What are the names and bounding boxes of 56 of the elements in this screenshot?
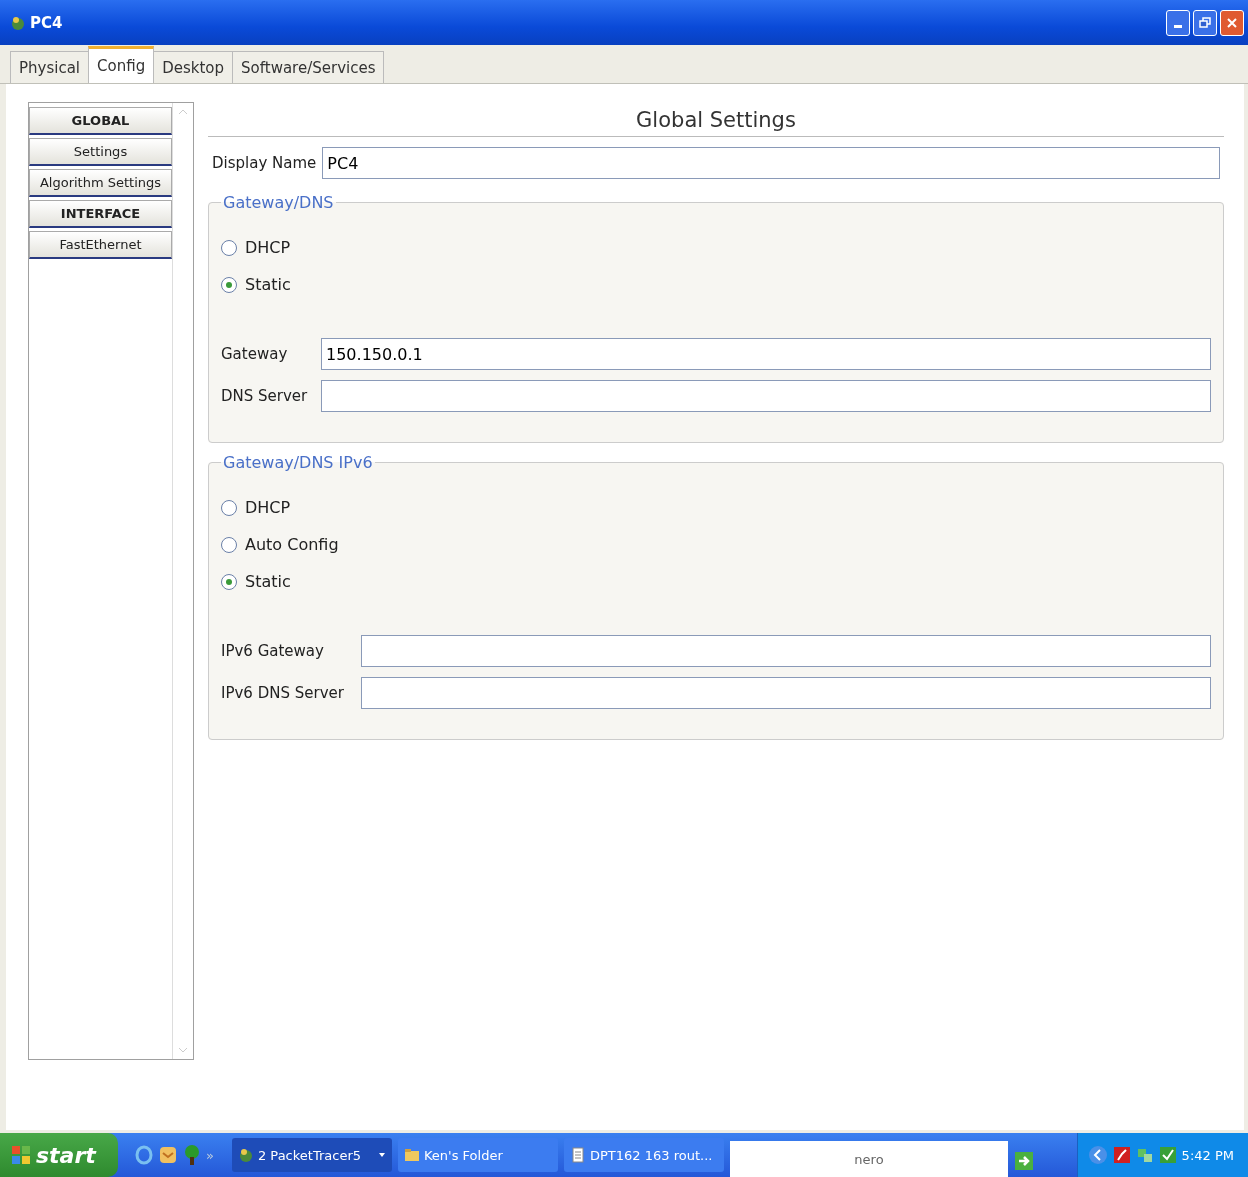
globe-icon — [10, 14, 26, 31]
radio-button[interactable] — [221, 239, 237, 256]
start-button[interactable]: start — [0, 1133, 118, 1177]
envelope-icon[interactable] — [158, 1144, 178, 1166]
group-title: Gateway/DNS — [222, 193, 335, 212]
tab[interactable]: Physical — [10, 51, 90, 83]
maximize-button[interactable] — [1193, 9, 1217, 36]
chevron-icon[interactable] — [1087, 1145, 1108, 1165]
input-field[interactable] — [321, 380, 1211, 412]
tab[interactable]: Config — [88, 46, 155, 83]
sidebar-header[interactable]: GLOBAL — [29, 107, 172, 135]
group-title: Gateway/DNS IPv6 — [222, 453, 374, 472]
minimize-button[interactable] — [1166, 9, 1190, 36]
input-field[interactable] — [361, 635, 1211, 667]
taskbar-button[interactable]: Ken's Folder — [397, 1138, 558, 1172]
caret-icon — [377, 1152, 386, 1158]
clock: 5:42 PM — [1181, 1147, 1234, 1163]
tree-icon[interactable] — [182, 1144, 202, 1166]
search-field[interactable]: nero — [729, 1141, 1008, 1177]
sidebar-item[interactable]: Settings — [29, 138, 172, 166]
radio-button[interactable] — [221, 499, 237, 516]
globe-icon — [237, 1147, 254, 1163]
flash-icon[interactable] — [1112, 1146, 1131, 1164]
taskbar-button[interactable]: DPT162 163 rout... — [563, 1138, 724, 1172]
document-icon — [569, 1147, 586, 1163]
field-label: IPv6 Gateway — [221, 642, 325, 660]
window-title: PC4 — [30, 13, 63, 32]
radio-button[interactable] — [221, 276, 237, 293]
radio-label: Static — [245, 275, 291, 294]
network-icon[interactable] — [1135, 1146, 1154, 1164]
field-label: Display Name — [212, 154, 317, 172]
sidebar-item[interactable]: FastEthernet — [29, 231, 172, 259]
radio-label: Auto Config — [245, 535, 339, 554]
windows-logo — [10, 1144, 32, 1166]
close-icon — [1225, 15, 1239, 30]
radio-label: DHCP — [245, 498, 291, 517]
input-field[interactable]: 150.150.0.1 — [321, 338, 1211, 370]
radio-label: DHCP — [245, 238, 291, 257]
close-button[interactable] — [1220, 9, 1244, 36]
minimize-icon — [1174, 25, 1182, 28]
radio-button[interactable] — [221, 536, 237, 553]
radio-button[interactable] — [221, 573, 237, 590]
check-icon[interactable] — [1158, 1146, 1177, 1164]
taskbar-button[interactable]: 2 PacketTracer5 — [231, 1138, 392, 1172]
panel-title: Global Settings — [208, 108, 1224, 137]
radio-label: Static — [245, 572, 291, 591]
field-label: IPv6 DNS Server — [221, 684, 345, 702]
field-label: DNS Server — [221, 387, 309, 405]
folder-icon — [403, 1147, 420, 1163]
restore-icon — [1198, 15, 1212, 30]
tab[interactable]: Software/Services — [232, 51, 385, 83]
field-label: Gateway — [221, 345, 289, 363]
sidebar-item[interactable]: Algorithm Settings — [29, 169, 172, 197]
display-name-field[interactable]: PC4 — [322, 147, 1220, 179]
sidebar-header[interactable]: INTERFACE — [29, 200, 172, 228]
input-field[interactable] — [361, 677, 1211, 709]
